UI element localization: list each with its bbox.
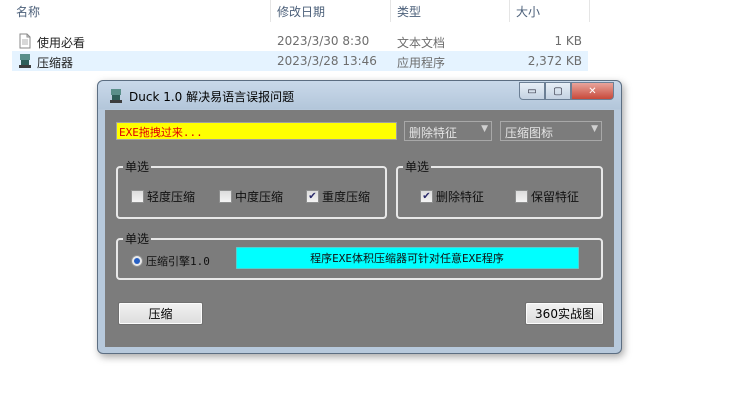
minimize-button[interactable]: ▭ <box>519 82 545 100</box>
radio-selected-icon <box>131 255 143 267</box>
compression-engine-group: 单选 压缩引擎1.0 程序EXE体积压缩器可针对任意EXE程序 <box>116 232 603 280</box>
group-label: 单选 <box>123 232 152 246</box>
checkbox-label: 中度压缩 <box>235 190 284 204</box>
info-banner-text: 程序EXE体积压缩器可针对任意EXE程序 <box>310 251 504 265</box>
window-title: Duck 1.0 解决易语言误报问题 <box>129 90 295 104</box>
close-button[interactable]: ✕ <box>571 82 614 100</box>
checkbox-box <box>131 190 144 203</box>
checkmark-icon: ✔ <box>420 190 433 203</box>
file-size: 2,372 KB <box>527 54 582 68</box>
duck-app-icon <box>110 89 122 103</box>
maximize-button[interactable]: ▢ <box>545 82 571 100</box>
checkbox-box <box>219 190 232 203</box>
file-size: 1 KB <box>554 34 582 48</box>
engine-radio[interactable]: 压缩引擎1.0 <box>131 253 210 269</box>
group-label: 单选 <box>123 160 152 174</box>
file-type: 文本文档 <box>397 36 446 50</box>
window-titlebar[interactable]: Duck 1.0 解决易语言误报问题 ▭ ▢ ✕ <box>98 81 621 109</box>
keep-feature-checkbox[interactable]: 保留特征 <box>515 188 579 205</box>
heavy-compress-checkbox[interactable]: ✔ 重度压缩 <box>306 188 370 205</box>
checkbox-label: 保留特征 <box>531 190 580 204</box>
column-divider[interactable] <box>390 0 391 22</box>
file-row-selected[interactable]: 压缩器 2023/3/28 13:46 应用程序 2,372 KB <box>12 51 588 71</box>
file-modified: 2023/3/28 13:46 <box>277 54 377 68</box>
column-divider[interactable] <box>509 0 510 22</box>
chevron-down-icon: ▼ <box>591 124 598 134</box>
duck-compressor-window: Duck 1.0 解决易语言误报问题 ▭ ▢ ✕ EXE拖拽过来... 删除特征… <box>97 80 622 354</box>
column-divider[interactable] <box>589 0 590 22</box>
column-divider[interactable] <box>270 0 271 22</box>
radio-label: 压缩引擎1.0 <box>146 255 210 268</box>
column-header-type[interactable]: 类型 <box>397 3 421 20</box>
select-value: 删除特征 <box>409 126 458 140</box>
checkbox-label: 重度压缩 <box>322 190 371 204</box>
file-name: 压缩器 <box>37 56 74 70</box>
remove-feature-select[interactable]: 删除特征 ▼ <box>404 121 492 141</box>
window-client-area: EXE拖拽过来... 删除特征 ▼ 压缩图标 ▼ 单选 轻度压缩 中度压缩 ✔ … <box>105 110 614 347</box>
file-name: 使用必看 <box>37 36 86 50</box>
light-compress-checkbox[interactable]: 轻度压缩 <box>131 188 195 205</box>
checkmark-icon: ✔ <box>306 190 319 203</box>
feature-handling-group: 单选 ✔ 删除特征 保留特征 <box>396 160 603 219</box>
compression-level-group: 单选 轻度压缩 中度压缩 ✔ 重度压缩 <box>116 160 387 219</box>
compress-button[interactable]: 压缩 <box>118 302 203 325</box>
file-modified: 2023/3/30 8:30 <box>277 34 370 48</box>
group-label: 单选 <box>403 160 432 174</box>
exe-drop-input[interactable]: EXE拖拽过来... <box>116 122 397 140</box>
remove-feature-checkbox[interactable]: ✔ 删除特征 <box>420 188 484 205</box>
checkbox-label: 轻度压缩 <box>147 190 196 204</box>
chevron-down-icon: ▼ <box>481 124 488 134</box>
text-document-icon <box>19 33 31 49</box>
select-value: 压缩图标 <box>505 126 554 140</box>
column-header-modified[interactable]: 修改日期 <box>277 3 325 20</box>
duck-app-icon <box>19 54 31 68</box>
compress-icon-select[interactable]: 压缩图标 ▼ <box>500 121 602 141</box>
screenshot-360-button[interactable]: 360实战图 <box>525 302 604 325</box>
column-header-size[interactable]: 大小 <box>516 3 540 20</box>
checkbox-box <box>515 190 528 203</box>
column-header-name[interactable]: 名称 <box>16 3 40 20</box>
checkbox-label: 删除特征 <box>436 190 485 204</box>
file-type: 应用程序 <box>397 56 446 70</box>
column-header-bar: 名称 修改日期 类型 大小 <box>0 0 730 22</box>
file-row[interactable]: 使用必看 2023/3/30 8:30 文本文档 1 KB <box>12 31 588 51</box>
info-banner: 程序EXE体积压缩器可针对任意EXE程序 <box>236 247 579 269</box>
medium-compress-checkbox[interactable]: 中度压缩 <box>219 188 283 205</box>
